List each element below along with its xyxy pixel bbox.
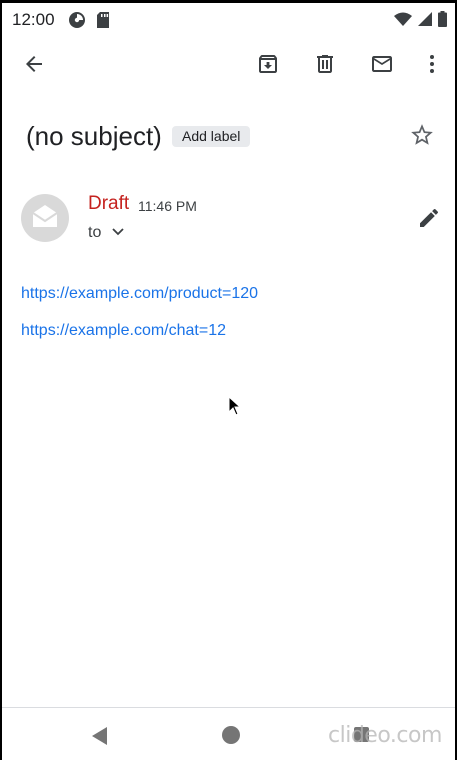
nav-back-icon[interactable] <box>90 726 110 746</box>
body-link-chat[interactable]: https://example.com/chat=12 <box>21 322 226 340</box>
wifi-icon <box>394 12 412 31</box>
back-arrow-icon <box>22 52 46 81</box>
avatar[interactable] <box>21 194 69 242</box>
toolbar <box>2 42 455 90</box>
frame-left-edge <box>0 0 2 760</box>
delete-button[interactable] <box>311 52 339 80</box>
delete-icon <box>313 52 337 81</box>
back-button[interactable] <box>20 52 48 80</box>
cellular-icon <box>418 12 432 31</box>
mouse-pointer-icon <box>228 395 242 416</box>
watermark: clideo.com <box>328 723 442 748</box>
nav-home-icon[interactable] <box>222 726 240 744</box>
status-bar: 12:00 <box>2 3 455 35</box>
mark-unread-icon <box>370 52 394 81</box>
mark-unread-button[interactable] <box>368 52 396 80</box>
more-vert-icon <box>420 52 444 81</box>
add-label-chip[interactable]: Add label <box>172 126 251 147</box>
recipients-toggle[interactable]: to <box>88 222 125 244</box>
to-label: to <box>88 224 102 241</box>
star-button[interactable] <box>409 122 435 148</box>
battery-icon <box>438 11 447 32</box>
more-options-button[interactable] <box>418 52 446 80</box>
status-icons-left <box>68 11 110 34</box>
draft-envelope-icon <box>32 204 58 233</box>
archive-icon <box>256 52 280 81</box>
star-outline-icon <box>409 124 435 152</box>
archive-button[interactable] <box>254 52 282 80</box>
email-subject: (no subject) <box>26 121 162 151</box>
chevron-down-icon <box>111 224 125 242</box>
subject-row: (no subject) Add label <box>26 118 437 158</box>
status-time: 12:00 <box>12 10 55 29</box>
draft-label: Draft <box>88 193 130 214</box>
pencil-icon <box>417 208 441 234</box>
sd-card-icon <box>96 12 110 33</box>
message-time: 11:46 PM <box>138 198 197 214</box>
status-icons-right <box>394 11 447 32</box>
data-saver-icon <box>68 11 86 34</box>
edit-draft-button[interactable] <box>417 206 441 230</box>
body-link-product[interactable]: https://example.com/product=120 <box>21 285 258 303</box>
